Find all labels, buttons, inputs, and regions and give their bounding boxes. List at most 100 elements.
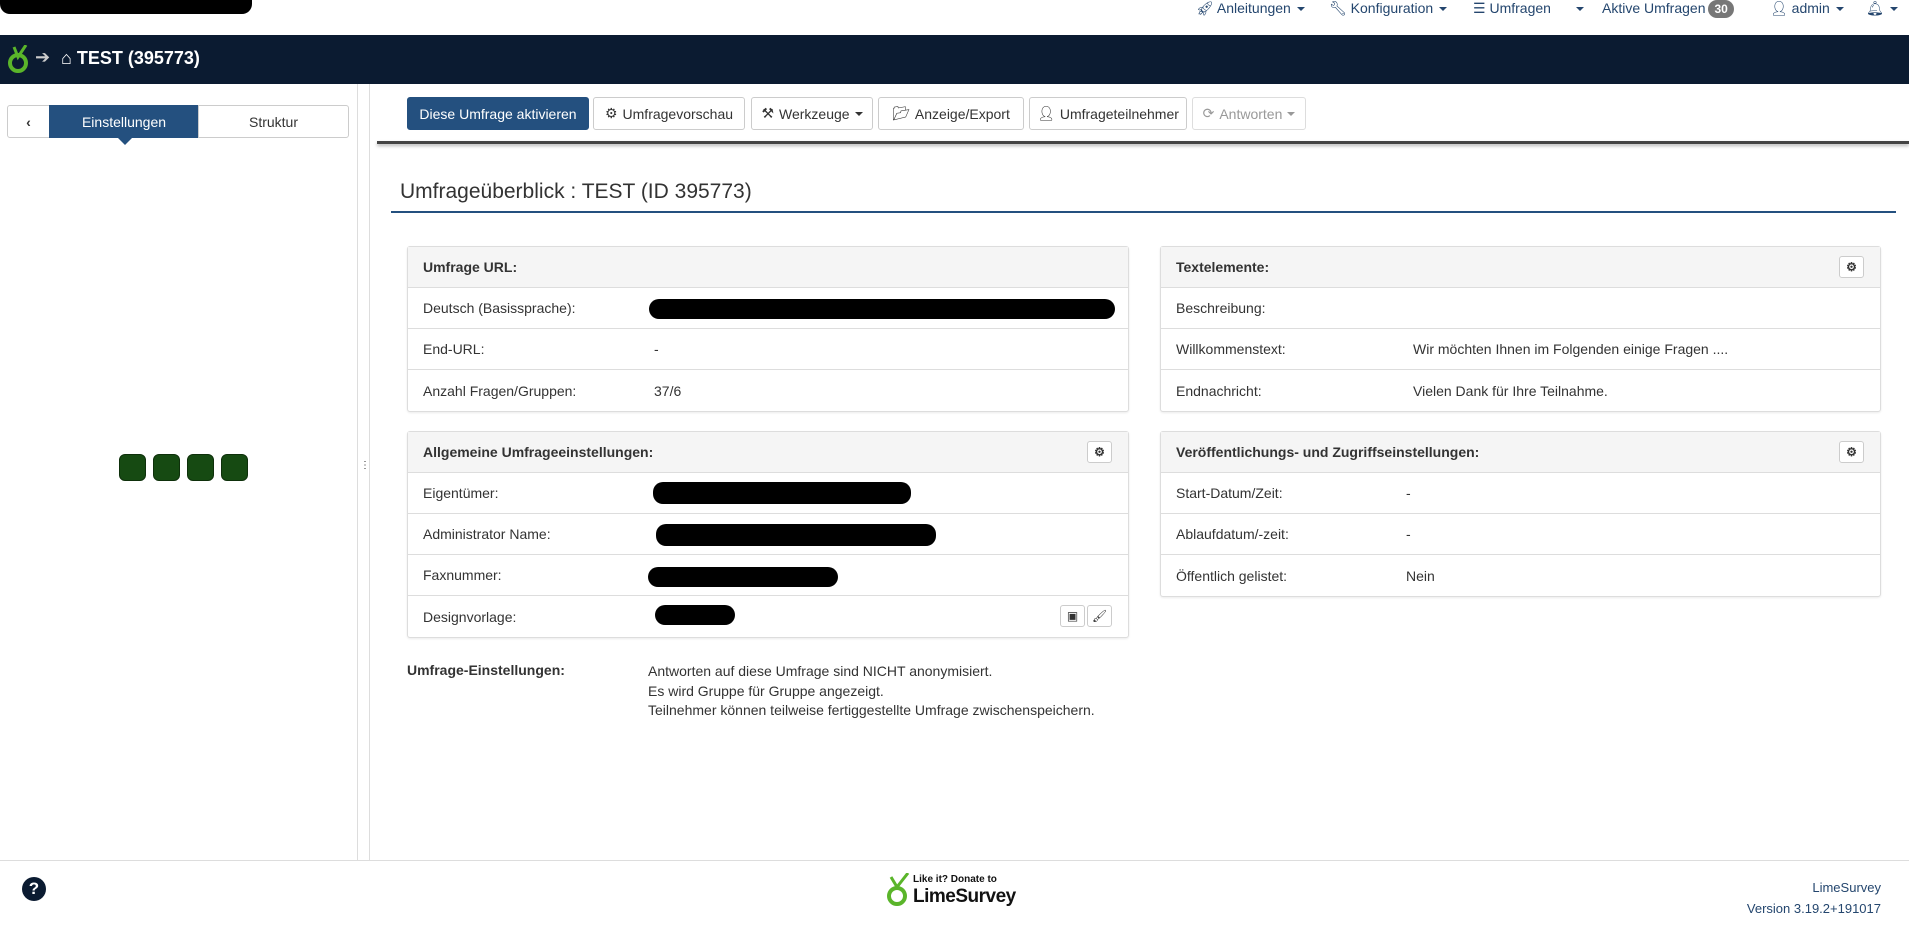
preview-button[interactable]: ⚙ Umfragevorschau [593,97,745,130]
loading-indicator [153,454,180,481]
summary-line: Teilnehmer können teilweise fertiggestel… [648,702,1095,718]
menu-aktive-umfragen[interactable]: Aktive Umfragen 30 [1602,0,1734,20]
list-icon: ☰ [1473,0,1490,16]
edit-general-settings-button[interactable]: ⚙ [1087,441,1112,463]
table-row: Eigentümer: [408,473,1128,514]
redacted-url [649,299,1115,319]
table-row: Endnachricht: Vielen Dank für Ihre Teilna… [1176,382,1608,399]
participants-button[interactable]: 👤︎ Umfrageteilnehmer [1029,97,1187,130]
publication-settings-panel: Veröffentlichungs- und Zugriffseinstellu… [1160,431,1881,597]
redacted-fax [648,567,838,587]
top-menu-bar: 🚀︎ Anleitungen 🔧︎ Konfiguration ☰ Umfrag… [0,0,1909,35]
breadcrumb-survey[interactable]: ⌂ TEST (395773) [61,48,200,69]
table-row: Willkommenstext: Wir möchten Ihnen im Fol… [1161,329,1880,370]
table-row: Administrator Name: [408,514,1128,555]
folder-open-icon: 📂︎ [892,105,910,121]
responses-icon: ⟳ [1202,105,1215,121]
menu-umfragen[interactable]: ☰ Umfragen [1473,0,1551,20]
limesurvey-logo-icon [887,873,910,906]
table-row: Ablaufdatum/-zeit: - [1161,514,1880,555]
help-icon[interactable]: ? [22,877,46,901]
table-row: End-URL: - [408,329,1128,370]
caret-down-icon [1287,111,1296,116]
survey-settings-summary: Antworten auf diese Umfrage sind NICHT a… [648,662,1095,721]
survey-settings-label: Umfrage-Einstellungen: [407,662,565,678]
caret-down-icon [1296,7,1305,12]
table-row: Deutsch (Basissprache): [408,288,1128,329]
survey-url-panel: Umfrage URL: Deutsch (Basissprache): End… [407,246,1129,412]
umfragen-dropdown[interactable] [1570,0,1584,20]
table-row: Faxnummer: [408,555,1128,596]
active-tab-pointer [118,138,132,145]
title-underline [391,211,1896,213]
page-title: Umfrageüberblick : TEST (ID 395773) [400,180,752,203]
redacted-owner [653,482,911,504]
menu-admin[interactable]: 👤︎ admin [1770,0,1844,20]
tools-icon: ⚒ [761,105,774,121]
panel-heading: Allgemeine Umfrageeinstellungen: ⚙ [408,432,1128,473]
loading-indicator [187,454,214,481]
active-surveys-badge: 30 [1708,0,1734,18]
caret-down-icon [1576,7,1584,12]
gear-icon: ⚙ [604,105,618,121]
collapse-sidebar-button[interactable]: ‹ [7,105,50,138]
caret-down-icon [854,111,863,116]
caret-down-icon [1889,7,1898,12]
menu-anleitungen[interactable]: 🚀︎ Anleitungen [1196,0,1305,20]
limesurvey-logo-icon[interactable] [6,45,30,75]
tab-struktur[interactable]: Struktur [198,105,349,138]
redacted-logo [0,0,252,14]
chevron-left-icon: ‹ [26,113,31,130]
arrow-right-icon: ➔ [35,47,51,67]
gears-icon: ⚙ [1094,445,1105,459]
app-name-link[interactable]: LimeSurvey [1747,877,1881,898]
edit-publication-settings-button[interactable]: ⚙ [1839,441,1864,463]
bell-icon: 🔔︎ [1866,0,1884,16]
display-export-button[interactable]: 📂︎ Anzeige/Export [878,97,1024,130]
loading-indicator [119,454,146,481]
version-text: Version 3.19.2+191017 [1746,901,1881,916]
gears-icon: ⚙ [1846,260,1857,274]
panel-heading: Veröffentlichungs- und Zugriffseinstellu… [1161,432,1880,473]
panel-heading: Textelemente: ⚙ [1161,247,1880,288]
table-row: Beschreibung: [1161,288,1880,329]
menu-notifications[interactable]: 🔔︎ [1866,0,1898,20]
redacted-admin-name [656,524,936,546]
loading-indicator [221,454,248,481]
menu-konfiguration[interactable]: 🔧︎ Konfiguration [1329,0,1448,20]
template-editor-button[interactable]: 🖌︎ [1087,605,1112,627]
rocket-icon: 🚀︎ [1196,0,1217,16]
table-row: Anzahl Fragen/Gruppen: 37/6 [423,382,682,399]
user-icon: 👤︎ [1037,105,1055,121]
wrench-icon: 🔧︎ [1329,0,1351,16]
drag-handle-icon: ⋮ [360,460,370,471]
sidebar-resize-handle[interactable]: ⋮ [357,84,370,860]
donate-link[interactable]: Like it? Donate to LimeSurvey [886,873,1016,909]
caret-down-icon [1439,7,1448,12]
summary-line: Es wird Gruppe für Gruppe angezeigt. [648,682,884,699]
general-settings-panel: Allgemeine Umfrageeinstellungen: ⚙ Eigent… [407,431,1129,638]
edit-text-elements-button[interactable]: ⚙ [1839,256,1864,278]
home-icon: ⌂ [61,48,77,68]
tools-dropdown[interactable]: ⚒ Werkzeuge [751,97,873,130]
template-preview-button[interactable]: ▣ [1060,605,1085,627]
toolbar-divider [377,141,1909,144]
paintbrush-icon: 🖌︎ [1091,609,1108,623]
activate-survey-button[interactable]: Diese Umfrage aktivieren [407,97,589,130]
summary-line: Antworten auf diese Umfrage sind NICHT a… [648,663,993,679]
gears-icon: ⚙ [1846,445,1857,459]
responses-dropdown[interactable]: ⟳ Antworten [1192,97,1306,130]
caret-down-icon [1835,7,1844,12]
redacted-template [655,605,735,625]
panel-heading: Umfrage URL: [408,247,1128,288]
image-icon: ▣ [1066,609,1079,623]
tab-einstellungen[interactable]: Einstellungen [49,105,199,138]
version-info: LimeSurvey Version 3.19.2+191017 [1747,877,1881,919]
table-row: Start-Datum/Zeit: - [1161,473,1880,514]
user-icon: 👤︎ [1770,0,1792,16]
table-row: Designvorlage: ▣ 🖌︎ [408,596,1128,637]
table-row: Öffentlich gelistet: Nein [1176,567,1435,584]
survey-navbar: ➔ ⌂ TEST (395773) [0,35,1909,84]
text-elements-panel: Textelemente: ⚙ Beschreibung: Willkommens… [1160,246,1881,412]
footer: ? Like it? Donate to LimeSurvey LimeSurv… [0,860,1909,939]
